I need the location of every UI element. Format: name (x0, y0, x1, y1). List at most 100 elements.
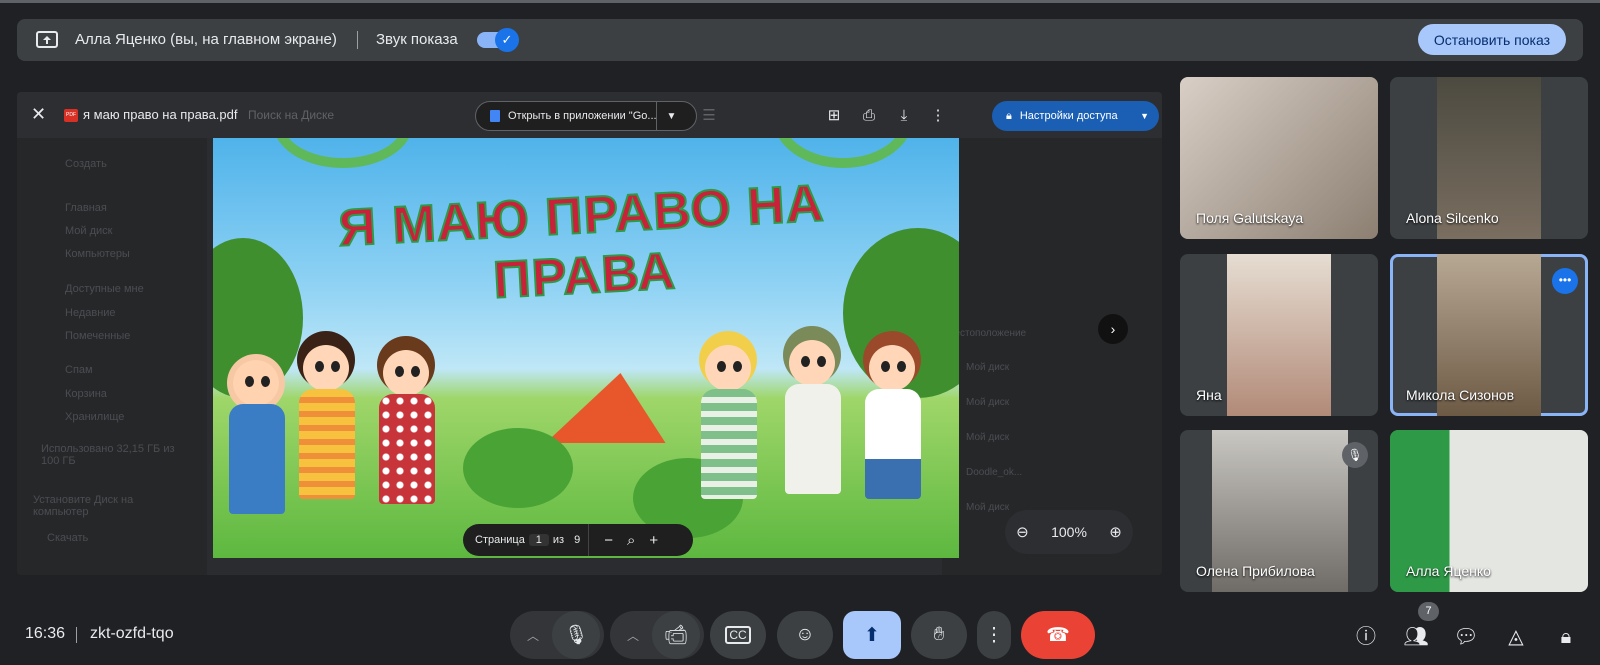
drive-storage-text: Использовано 32,15 ГБ из 100 ГБ (41, 443, 175, 467)
share-sound-toggle[interactable]: ✓ (477, 28, 519, 52)
child-illustration (861, 323, 925, 513)
drive-sidebar-dimmed: Создать Главная Мой диск Компьютеры Дост… (17, 138, 207, 575)
raise-hand-icon: ✋︎ (933, 624, 945, 645)
zoom-out-icon[interactable]: − (604, 532, 613, 549)
meeting-code: zkt-ozfd-tqo (90, 625, 174, 642)
drive-location-row: Мой диск (966, 502, 1010, 513)
drive-nav-item: Мой диск (65, 225, 113, 237)
slide-title: Я МАЮ ПРАВО НА ПРАВА (336, 173, 826, 310)
reactions-button[interactable]: ☺ (777, 611, 833, 659)
child-illustration (225, 338, 289, 528)
hang-up-icon: ☎︎ (1046, 624, 1070, 646)
drive-location-row: Мой диск (966, 397, 1010, 408)
participant-tile[interactable]: Алла Яценко (1390, 430, 1588, 592)
open-in-app-label: Открыть в приложении "Go... (508, 110, 656, 122)
more-vert-icon[interactable]: ⋮ (929, 107, 947, 125)
magnifier-icon[interactable]: ⌕ (627, 532, 635, 549)
chat-icon[interactable]: 💬︎ (1453, 624, 1479, 650)
raise-hand-button[interactable]: ✋︎ (911, 611, 967, 659)
stop-presenting-button[interactable]: Остановить показ (1417, 24, 1566, 55)
drive-nav-item: Спам (65, 364, 93, 376)
participant-name: Олена Прибилова (1196, 563, 1315, 579)
drive-nav-item: Главная (65, 202, 107, 214)
chevron-up-icon[interactable]: ︿ (514, 627, 552, 644)
child-illustration (295, 323, 359, 513)
tent-illustration (545, 373, 681, 443)
drive-download-button: Скачать (47, 532, 89, 544)
people-icon[interactable]: 👥︎ (1403, 624, 1429, 650)
lock-icon: 🔒︎ (1006, 109, 1012, 122)
leave-call-button[interactable]: ☎︎ (1021, 611, 1095, 659)
mic-control-group: ︿ 🎙︎ (510, 611, 604, 659)
pdf-file-icon: PDF (64, 109, 78, 122)
download-icon[interactable]: ⤓ (895, 107, 913, 125)
drive-location-row: Мой диск (966, 362, 1010, 373)
more-horiz-icon[interactable]: ••• (1552, 268, 1578, 294)
participant-name: Микола Сизонов (1406, 387, 1515, 403)
drive-location-row: Мой диск (966, 432, 1010, 443)
file-name: я маю право на права.pdf (83, 107, 238, 122)
drive-nav-item: Помеченные (65, 330, 131, 342)
page-total: 9 (574, 534, 581, 546)
list-icon: ☰ (702, 107, 716, 124)
participant-tile[interactable]: Поля Galutskaya (1180, 77, 1378, 239)
participant-tile[interactable]: Яна (1180, 254, 1378, 416)
add-comment-icon[interactable]: ⊞ (825, 107, 843, 125)
vine-illustration (773, 138, 913, 168)
drive-location-row: Doodle_ok... (966, 467, 1023, 478)
emoji-icon: ☺ (795, 624, 815, 645)
activities-icon[interactable]: ◬ (1503, 624, 1529, 650)
page-input[interactable]: 1 (528, 534, 549, 546)
presenter-label: Алла Яценко (вы, на главном экране) (75, 31, 337, 48)
child-illustration (781, 318, 845, 518)
zoom-in-icon[interactable]: ⊕ (1109, 523, 1122, 541)
chevron-up-icon[interactable]: ︿ (614, 627, 652, 644)
page-of-label: из (552, 534, 565, 546)
check-icon: ✓ (495, 28, 519, 52)
chevron-right-icon[interactable]: › (1098, 314, 1128, 344)
share-sound-label: Звук показа (376, 31, 458, 48)
camera-icon[interactable]: 📹︎ (652, 611, 700, 659)
drive-nav-item: Доступные мне (65, 283, 144, 295)
present-screen-icon (36, 31, 58, 48)
captions-icon: CC (725, 626, 751, 644)
chevron-down-icon[interactable]: ▼ (656, 101, 686, 131)
drive-search-hint: Поиск на Диске (248, 108, 335, 122)
microphone-icon[interactable]: 🎙︎ (552, 611, 600, 659)
participant-tile[interactable]: Alona Silcenko (1390, 77, 1588, 239)
bush-illustration (463, 428, 573, 508)
close-icon[interactable]: ✕ (31, 104, 46, 125)
participant-name: Яна (1196, 387, 1222, 403)
zoom-in-icon[interactable]: + (649, 532, 658, 549)
participant-tile-active[interactable]: ••• Микола Сизонов (1390, 254, 1588, 416)
captions-button[interactable]: CC (710, 611, 766, 659)
drive-install-promo: Установите Диск на компьютер (33, 494, 134, 518)
child-illustration (375, 328, 439, 518)
share-access-label: Настройки доступа (1019, 110, 1118, 122)
vine-illustration (273, 138, 413, 168)
host-controls-lock-icon[interactable]: 🔒︎ (1553, 624, 1579, 650)
info-icon[interactable]: ⓘ (1353, 624, 1379, 650)
participant-tile[interactable]: 🎙︎ Олена Прибилова (1180, 430, 1378, 592)
share-access-button[interactable]: 🔒︎ Настройки доступа ▼ (992, 101, 1159, 131)
present-button[interactable]: ⬆ (843, 611, 901, 659)
top-divider (0, 0, 1600, 3)
drive-nav-item: Компьютеры (65, 248, 130, 260)
participant-video (1227, 254, 1331, 416)
camera-control-group: ︿ 📹︎ (610, 611, 704, 659)
print-icon[interactable]: ⎙ (860, 107, 878, 125)
banner-divider (357, 31, 358, 49)
pdf-slide-image: Я МАЮ ПРАВО НА ПРАВА (213, 138, 959, 558)
drive-nav-item: Корзина (65, 388, 107, 400)
zoom-value: 100% (1051, 524, 1087, 540)
people-count-badge: 7 (1418, 602, 1439, 621)
clock: 16:36 (25, 625, 66, 642)
participant-name: Alona Silcenko (1406, 210, 1499, 226)
mic-off-icon: 🎙︎ (1342, 442, 1368, 468)
docs-icon (490, 110, 500, 122)
zoom-out-icon[interactable]: ⊖ (1016, 523, 1029, 541)
open-in-app-button[interactable]: Открыть в приложении "Go... ▼ (475, 101, 697, 131)
presenting-banner: Алла Яценко (вы, на главном экране) Звук… (17, 19, 1583, 61)
more-options-button[interactable]: ⋮ (977, 611, 1011, 659)
participant-name: Алла Яценко (1406, 563, 1491, 579)
